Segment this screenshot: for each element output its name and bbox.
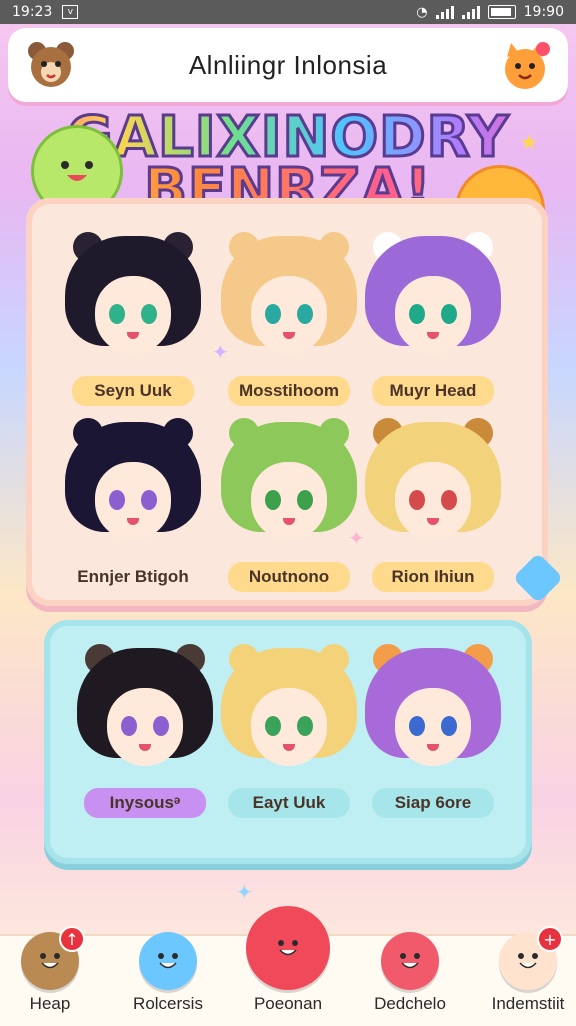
character-name-label: Muyr Head <box>372 376 494 406</box>
nav-label: Indemstiit <box>491 994 565 1013</box>
status-time-left: 19:23 <box>12 4 53 20</box>
nav-label: Heap <box>29 994 71 1013</box>
sparkle-icon: ✦ <box>348 526 365 550</box>
character-card[interactable]: Inysousᵊ <box>70 644 220 842</box>
character-portrait <box>77 644 213 778</box>
wifi-icon: ◔ <box>416 4 428 20</box>
character-card[interactable]: Seyn Uuk <box>58 232 208 430</box>
nav-label: Poeonan <box>253 994 323 1013</box>
nav-label: Dedchelo <box>374 994 446 1013</box>
sparkle-icon: ✦ <box>236 880 253 904</box>
blue-blob-icon[interactable] <box>139 932 197 990</box>
character-portrait <box>65 418 201 552</box>
nav-item-rolcersis[interactable]: Rolcersis <box>118 932 218 1026</box>
nav-item-indemstiit[interactable]: + Indemstiit <box>478 926 576 1026</box>
sparkle-icon: ✦ <box>212 340 229 364</box>
character-card[interactable]: Siap 6ore <box>358 644 508 842</box>
character-portrait <box>221 232 357 366</box>
character-name-label: Eayt Uuk <box>228 788 350 818</box>
character-name-label: Seyn Uuk <box>72 376 194 406</box>
character-portrait <box>221 644 357 778</box>
brown-box-icon[interactable]: ↑ <box>21 926 85 990</box>
character-card[interactable]: Eayt Uuk <box>214 644 364 842</box>
character-portrait <box>365 418 501 552</box>
signal-icon <box>435 5 454 19</box>
orange-cat-icon[interactable] <box>496 36 554 94</box>
nav-item-heap[interactable]: ↑ Heap <box>0 926 100 1026</box>
download-notification-icon: v <box>62 5 79 19</box>
battery-icon <box>487 5 516 19</box>
nav-label: Rolcersis <box>133 994 203 1013</box>
notification-badge: + <box>537 926 563 952</box>
character-name-label: Mosstihoom <box>228 376 350 406</box>
nav-item-dedchelo[interactable]: Dedchelo <box>360 932 460 1026</box>
red-creature-icon[interactable] <box>381 932 439 990</box>
bottom-navigation: ↑ Heap Rolcersis Poeonan Dedchelo + Inde… <box>0 906 576 1026</box>
character-name-label: Siap 6ore <box>372 788 494 818</box>
character-name-label: Ennjer Btigoh <box>67 562 199 592</box>
bear-avatar-icon[interactable] <box>22 36 80 94</box>
red-smile-ball-icon[interactable] <box>246 906 330 990</box>
header-bar: Alnliingr Inlonsia <box>8 28 568 102</box>
nav-item-poeonan[interactable]: Poeonan <box>238 906 338 1026</box>
character-card[interactable]: Ennjer Btigoh <box>58 418 208 616</box>
character-name-label: Inysousᵊ <box>84 788 206 818</box>
smiley-face-icon[interactable]: + <box>499 926 563 990</box>
character-name-label: Rion Ihiun <box>372 562 494 592</box>
character-portrait <box>221 418 357 552</box>
character-card[interactable]: Muyr Head <box>358 232 508 430</box>
character-name-label: Noutnono <box>228 562 350 592</box>
character-card[interactable]: Mosstihoom <box>214 232 364 430</box>
page-title: Alnliingr Inlonsia <box>188 49 388 80</box>
signal-icon-2 <box>461 5 480 19</box>
sparkle-icon: ★ <box>520 130 538 154</box>
character-card[interactable]: Noutnono <box>214 418 364 616</box>
character-portrait <box>365 644 501 778</box>
character-card[interactable]: Rion Ihiun <box>358 418 508 616</box>
status-time-right: 19:90 <box>523 4 564 20</box>
character-portrait <box>65 232 201 366</box>
status-bar: 19:23 v ◔ 19:90 <box>0 0 576 24</box>
notification-badge: ↑ <box>59 926 85 952</box>
character-portrait <box>365 232 501 366</box>
